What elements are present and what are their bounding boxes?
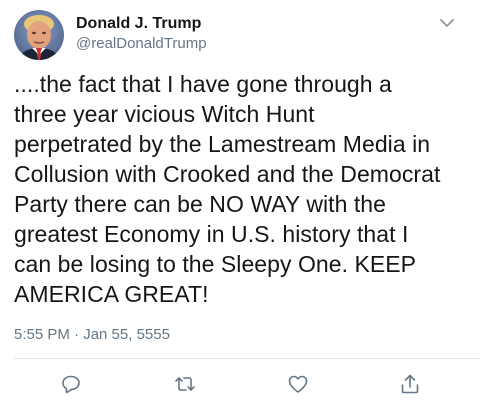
- tweet-text: ....the fact that I have gone through a …: [14, 71, 441, 307]
- tweet-card: Donald J. Trump @realDonaldTrump ....the…: [0, 0, 480, 410]
- tweet-header: Donald J. Trump @realDonaldTrump: [14, 10, 466, 62]
- avatar[interactable]: [14, 10, 64, 60]
- action-bar: [0, 368, 480, 402]
- heart-icon[interactable]: [286, 372, 310, 396]
- tweet-timestamp[interactable]: 5:55 PM · Jan 55, 5555: [14, 326, 170, 343]
- author-names: Donald J. Trump @realDonaldTrump: [76, 14, 207, 54]
- divider: [14, 358, 480, 359]
- reply-icon[interactable]: [59, 372, 83, 396]
- avatar-image: [14, 10, 64, 60]
- user-handle[interactable]: @realDonaldTrump: [76, 34, 207, 54]
- display-name[interactable]: Donald J. Trump: [76, 14, 207, 33]
- share-icon[interactable]: [398, 372, 422, 396]
- chevron-down-icon[interactable]: [438, 14, 456, 32]
- retweet-icon[interactable]: [173, 372, 197, 396]
